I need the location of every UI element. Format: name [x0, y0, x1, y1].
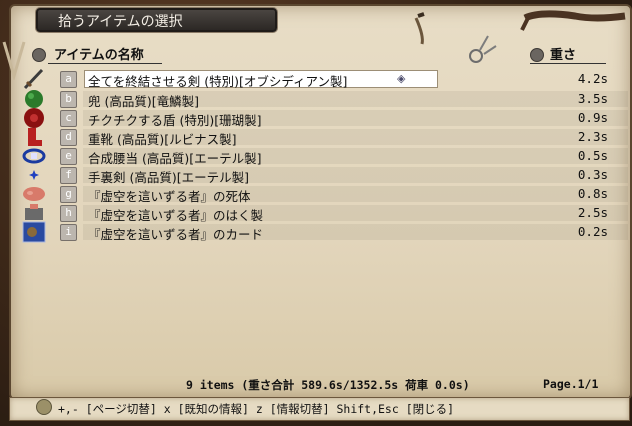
card-icon	[22, 221, 46, 243]
item-name: 『虚空を這いずる者』の死体	[88, 189, 251, 204]
column-header-name: アイテムの名称	[54, 48, 144, 63]
sword-icon	[23, 68, 44, 90]
item-weight: 0.5s	[577, 148, 608, 163]
item-row-g[interactable]: g 『虚空を這いずる者』の死体 0.8s	[18, 185, 628, 204]
item-name: 『虚空を這いずる者』のカード	[88, 227, 264, 242]
item-row-f[interactable]: f 手裏剣 (高品質)[エーテル製] 0.3s	[18, 166, 628, 185]
help-text: +,- [ページ切替] x [既知の情報] z [情報切替] Shift,Esc…	[58, 402, 455, 416]
item-key: i	[60, 224, 77, 241]
item-row-d[interactable]: d 重靴 (高品質)[ルビナス製] 2.3s	[18, 128, 628, 147]
item-row-b[interactable]: b 兜 (高品質)[竜鱗製] 3.5s	[18, 90, 628, 109]
item-weight: 3.5s	[577, 91, 608, 106]
window-title: 拾うアイテムの選択	[36, 8, 277, 32]
item-row-a[interactable]: a 全てを終結させる剣 (特別)[オブシディアン製] ◈ 4.2s	[18, 68, 618, 90]
item-key: d	[60, 129, 77, 146]
item-key: f	[60, 167, 77, 184]
item-weight: 0.9s	[577, 110, 608, 125]
item-key: b	[60, 91, 77, 108]
item-weight: 2.5s	[577, 205, 608, 220]
item-key: e	[60, 148, 77, 165]
item-name: 『虚空を這いずる者』のはく製	[88, 208, 264, 223]
item-name: 重靴 (高品質)[ルビナス製]	[88, 132, 237, 147]
item-weight: 4.2s	[577, 71, 608, 86]
item-name: 合成腰当 (高品質)[エーテル製]	[88, 151, 262, 166]
item-row-i[interactable]: i 『虚空を這いずる者』のカード 0.2s	[18, 221, 628, 243]
item-row-e[interactable]: e 合成腰当 (高品質)[エーテル製] 0.5s	[18, 147, 628, 166]
header-bullet-icon	[530, 48, 544, 62]
hint-bulb-icon	[36, 399, 52, 415]
header-divider	[48, 63, 162, 64]
item-weight: 0.8s	[577, 186, 608, 201]
item-key: h	[60, 205, 77, 222]
item-name: チクチクする盾 (特別)[珊瑚製]	[88, 113, 262, 128]
item-row-h[interactable]: h 『虚空を這いずる者』のはく製 2.5s	[18, 204, 628, 223]
header-divider	[530, 63, 606, 64]
weight-summary: 9 items (重さ合計 589.6s/1352.5s 荷車 0.0s)	[186, 378, 470, 392]
item-weight: 2.3s	[577, 129, 608, 144]
page-indicator: Page.1/1	[543, 377, 599, 391]
item-key: g	[60, 186, 77, 203]
decorative-equipment-icon	[414, 10, 626, 63]
header-bullet-icon	[32, 48, 46, 62]
item-weight: 0.3s	[577, 167, 608, 182]
item-key: a	[60, 71, 77, 88]
selection-diamond-icon: ◈	[397, 72, 406, 85]
item-weight: 0.2s	[577, 224, 608, 239]
item-row-c[interactable]: c チクチクする盾 (特別)[珊瑚製] 0.9s	[18, 108, 628, 128]
item-key: c	[60, 110, 77, 127]
item-name: 兜 (高品質)[竜鱗製]	[88, 94, 199, 109]
column-header-weight: 重さ	[550, 48, 577, 63]
item-name: 手裏剣 (高品質)[エーテル製]	[88, 170, 249, 185]
item-name: 全てを終結させる剣 (特別)[オブシディアン製]	[88, 74, 348, 89]
